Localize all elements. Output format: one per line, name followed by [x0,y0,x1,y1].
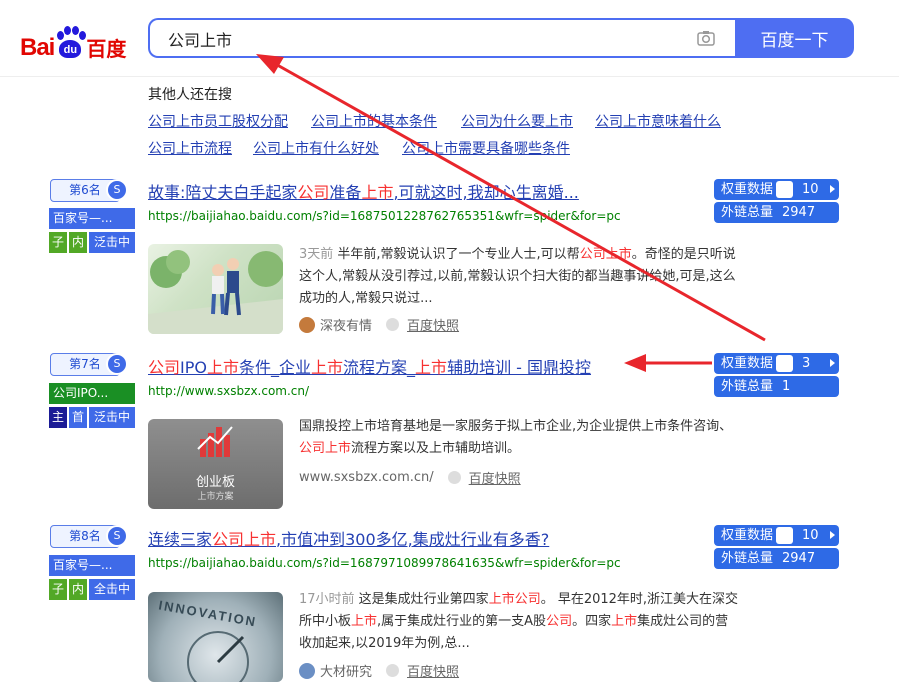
paw-icon [776,355,793,372]
chip: 泛击中 [89,232,135,253]
related-link[interactable]: 公司为什么要上市 [461,111,573,131]
related-link[interactable]: 公司上市的基本条件 [311,111,437,131]
result-thumbnail[interactable]: 创业板 上市方案 [148,419,283,509]
chip: 主 [49,407,67,428]
rank-badge: 第8名 S [50,525,132,548]
shield-icon [447,471,461,484]
camera-icon[interactable] [696,28,716,48]
author-avatar [299,316,315,333]
links-badge[interactable]: 外链总量 2947 [714,548,839,569]
snapshot-link[interactable]: 百度快照 [407,661,459,680]
rank-badge: 第6名 S [50,179,132,202]
arrow-right-icon [830,185,835,193]
result-title[interactable]: 故事:陪丈夫白手起家公司准备上市,可就这时,我却心生离婚... [148,179,579,203]
snapshot-link[interactable]: 百度快照 [407,315,459,334]
rank-s-icon: S [106,179,128,201]
paw-icon [776,527,793,544]
logo-du: du [59,40,82,58]
links-badge[interactable]: 外链总量 1 [714,376,839,397]
author-name[interactable]: 深夜有情 [320,315,372,334]
baidu-logo[interactable]: Bai du 百度 [20,20,126,60]
result-title[interactable]: 连续三家公司上市,市值冲到300多亿,集成灶行业有多香? [148,526,549,550]
header: Bai du 百度 百度一下 [0,0,899,77]
result-meta: 大材研究 百度快照 [299,661,459,680]
rank-badge: 第7名 S [50,353,132,376]
chip: 子 [49,579,67,600]
related-link[interactable]: 公司上市流程 [148,138,232,158]
related-link[interactable]: 公司上市意味着什么 [595,111,721,131]
search-button[interactable]: 百度一下 [735,18,854,58]
source-badge: 百家号—... [49,555,135,576]
paw-icon [776,181,793,198]
result-meta: 深夜有情 百度快照 [299,315,459,334]
result-snippet: 3天前 半年前,常毅说认识了一个专业人士,可以帮公司上市。奇怪的是只听说这个人,… [299,247,736,306]
snapshot-link[interactable]: 百度快照 [469,468,521,487]
related-searches-title: 其他人还在搜 [148,87,232,103]
author-name[interactable]: 大材研究 [320,661,372,680]
rank-s-icon: S [106,525,128,547]
site-name[interactable]: www.sxsbzx.com.cn/ [299,470,434,485]
result-snippet: 国鼎投控上市培育基地是一家服务于拟上市企业,为企业提供上市条件咨询、公司上市流程… [299,419,733,456]
thumb-subtitle: 上市方案 [197,492,234,502]
rank-s-icon: S [106,353,128,375]
result-meta: www.sxsbzx.com.cn/ 百度快照 [299,468,521,487]
links-badge[interactable]: 外链总量 2947 [714,202,839,223]
chip: 全击中 [89,579,135,600]
source-badge: 公司IPO... [49,383,135,404]
result-thumbnail[interactable]: INNOVATION [148,592,283,682]
result-url[interactable]: https://baijiahao.baidu.com/s?id=1687971… [148,556,621,570]
search-box[interactable] [148,18,735,58]
arrow-right-icon [830,359,835,367]
thumb-title: 创业板 [195,475,235,490]
result-url[interactable]: http://www.sxsbzx.com.cn/ [148,384,309,398]
result-thumbnail[interactable] [148,244,283,334]
chip: 子 [49,232,67,253]
source-badge: 百家号—... [49,208,135,229]
weight-badge[interactable]: 权重数据 10 [714,525,839,546]
related-link[interactable]: 公司上市需要具备哪些条件 [402,138,570,158]
shield-icon [386,318,400,331]
chip: 内 [69,232,87,253]
arrow-right-icon [830,531,835,539]
related-link[interactable]: 公司上市有什么好处 [253,138,379,158]
chip: 首 [69,407,87,428]
weight-badge[interactable]: 权重数据 10 [714,179,839,200]
related-link[interactable]: 公司上市员工股权分配 [148,111,288,131]
paw-icon: du [55,26,87,60]
result-snippet: 17小时前 这是集成灶行业第四家上市公司。 早在2012年时,浙江美大在深交所中… [299,592,739,651]
result-url[interactable]: https://baijiahao.baidu.com/s?id=1687501… [148,209,621,223]
logo-bai: Bai [20,34,55,61]
shield-icon [386,664,400,677]
result-title[interactable]: 公司IPO上市条件_企业上市流程方案_上市辅助培训 - 国鼎投控 [148,354,591,378]
logo-baidu-cn: 百度 [86,39,127,61]
weight-badge[interactable]: 权重数据 3 [714,353,839,374]
chip: 内 [69,579,87,600]
search-input[interactable] [166,27,690,51]
author-avatar [299,662,315,679]
chip: 泛击中 [89,407,135,428]
annotation-arrowhead [624,354,646,372]
